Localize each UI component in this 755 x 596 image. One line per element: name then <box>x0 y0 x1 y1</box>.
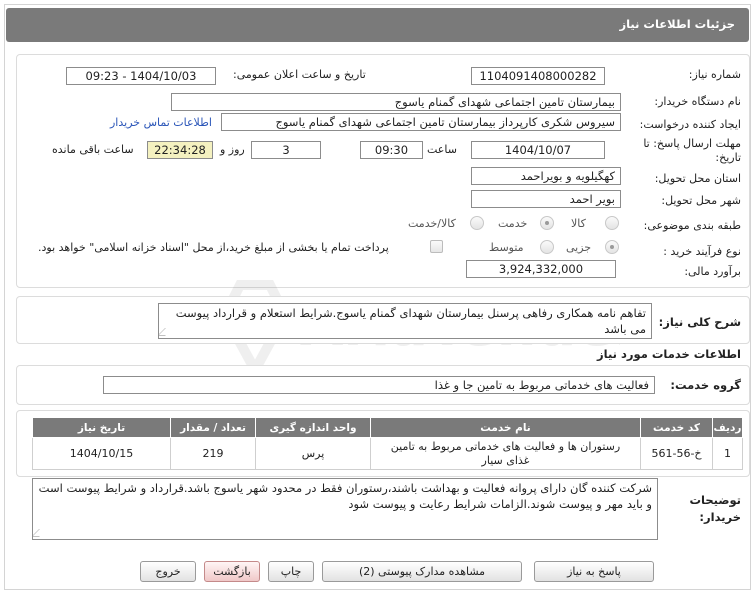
remaining-time-timer: 22:34:28 <box>147 141 213 159</box>
announce-date-label: تاریخ و ساعت اعلان عمومی: <box>233 68 366 81</box>
exit-button[interactable]: خروج <box>140 561 196 582</box>
budget-field[interactable]: 3,924,332,000 <box>466 260 616 278</box>
resize-grip-icon[interactable] <box>33 529 47 537</box>
print-button[interactable]: چاپ <box>268 561 314 582</box>
budget-label: برآورد مالی: <box>684 265 741 278</box>
category-option-service: خدمت <box>498 217 528 230</box>
col-header-unit: واحد اندازه گیری <box>255 417 371 438</box>
buyer-label: نام دستگاه خریدار: <box>654 95 741 108</box>
col-header-row-number: ردیف <box>712 417 743 438</box>
category-radio-goods[interactable] <box>605 216 619 230</box>
buyer-notes-label: توضیحات <box>689 493 742 507</box>
province-label: استان محل تحویل: <box>654 172 741 185</box>
description-text: تفاهم نامه همکاری رفاهی پرسنل بیمارستان … <box>175 306 646 336</box>
buyer-notes-label-2: خریدار: <box>699 510 741 524</box>
description-textarea[interactable]: تفاهم نامه همکاری رفاهی پرسنل بیمارستان … <box>158 303 652 339</box>
creator-field[interactable]: سیروس شکری کارپرداز بیمارستان تامین اجتم… <box>221 113 621 131</box>
process-radio-minor[interactable] <box>605 240 619 254</box>
back-button[interactable]: بازگشت <box>204 561 260 582</box>
reply-button[interactable]: پاسخ به نیاز <box>534 561 654 582</box>
category-option-goods: کالا <box>571 217 586 230</box>
process-option-minor: جزیی <box>566 241 592 254</box>
col-header-service-name: نام خدمت <box>370 417 641 438</box>
category-option-goods-service: کالا/خدمت <box>408 217 456 230</box>
description-label: شرح کلی نیاز: <box>658 315 741 329</box>
treasury-payment-note: پرداخت تمام یا بخشی از مبلغ خرید،از محل … <box>38 241 389 254</box>
remaining-days-field[interactable]: 3 <box>251 141 321 159</box>
buyer-notes-textarea[interactable]: شرکت کننده گان دارای پروانه فعالیت و بهد… <box>32 478 658 540</box>
process-type-label: نوع فرآیند خرید : <box>663 245 741 258</box>
treasury-payment-checkbox[interactable] <box>430 240 443 253</box>
process-option-medium: متوسط <box>489 241 524 254</box>
buyer-notes-text: شرکت کننده گان دارای پروانه فعالیت و بهد… <box>38 481 652 511</box>
province-field[interactable]: کهگیلویه و بویراحمد <box>471 167 621 185</box>
service-group-label: گروه خدمت: <box>670 378 741 392</box>
remaining-days-label: روز و <box>220 143 245 156</box>
process-radio-medium[interactable] <box>540 240 554 254</box>
deadline-time-field[interactable]: 09:30 <box>360 141 423 159</box>
deadline-label: مهلت ارسال پاسخ: تا <box>643 137 741 150</box>
col-header-quantity: تعداد / مقدار <box>170 417 256 438</box>
buyer-field[interactable]: بیمارستان تامین اجتماعی شهدای گمنام یاسو… <box>171 93 621 111</box>
deadline-label-date: تاریخ: <box>715 151 741 164</box>
category-radio-service[interactable] <box>540 216 554 230</box>
col-header-need-date: تاریخ نیاز <box>32 417 171 438</box>
need-number-field[interactable]: 1104091408000282 <box>471 67 605 85</box>
service-group-field[interactable]: فعالیت های خدماتی مربوط به تامین جا و غذ… <box>103 376 655 394</box>
services-info-title: اطلاعات خدمات مورد نیاز <box>597 347 741 361</box>
category-label: طبقه بندی موضوعی: <box>643 219 741 232</box>
announce-date-field[interactable]: 1404/10/03 - 09:23 <box>66 67 216 85</box>
col-header-service-code: کد خدمت <box>640 417 713 438</box>
city-field[interactable]: بویر احمد <box>471 190 621 208</box>
need-number-label: شماره نیاز: <box>688 68 741 81</box>
creator-label: ایجاد کننده درخواست: <box>639 118 741 131</box>
table-header-row: ردیف کد خدمت نام خدمت واحد اندازه گیری ت… <box>32 417 743 438</box>
category-radio-goods-service[interactable] <box>470 216 484 230</box>
deadline-date-field[interactable]: 1404/10/07 <box>471 141 605 159</box>
remaining-time-label: ساعت باقی مانده <box>52 143 134 156</box>
page-title: جزئیات اطلاعات نیاز <box>619 17 735 31</box>
buyer-contact-link[interactable]: اطلاعات تماس خریدار <box>110 116 212 129</box>
page-header: جزئیات اطلاعات نیاز <box>6 8 749 42</box>
deadline-time-label: ساعت <box>427 143 457 156</box>
resize-grip-icon[interactable] <box>159 328 173 336</box>
view-attachments-button[interactable]: مشاهده مدارک پیوستی (2) <box>322 561 522 582</box>
city-label: شهر محل تحویل: <box>661 194 741 207</box>
